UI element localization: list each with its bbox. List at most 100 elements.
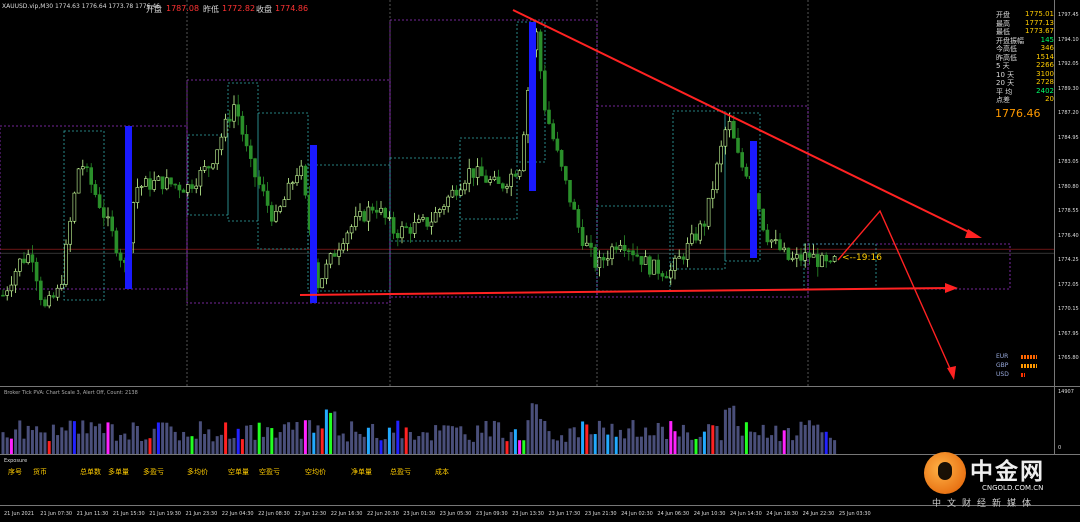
volume-bar xyxy=(421,432,425,454)
volume-bar xyxy=(161,422,165,454)
volume-chart[interactable] xyxy=(0,387,1054,454)
volume-bar xyxy=(534,404,538,454)
candle-body xyxy=(757,193,761,210)
price-tick: 1772.05 xyxy=(1058,281,1079,288)
currency-label: USD xyxy=(996,371,1009,378)
volume-bar xyxy=(261,436,265,454)
candle-body xyxy=(169,177,173,185)
candle-body xyxy=(148,178,152,190)
volume-bar xyxy=(644,427,648,454)
candle-body xyxy=(589,242,593,248)
volume-bar xyxy=(35,426,39,454)
stat-value: 346 xyxy=(1040,44,1054,52)
volume-bar xyxy=(530,403,534,454)
candle-body xyxy=(563,166,568,181)
low-value: 1772.82 xyxy=(222,4,256,13)
volume-bar xyxy=(329,412,333,454)
volume-bar xyxy=(169,426,173,454)
candle-body xyxy=(454,189,459,196)
candle-body xyxy=(408,227,413,234)
support-arrowhead xyxy=(945,283,958,293)
candle-body xyxy=(102,207,106,218)
price-axis[interactable]: 1797.45 1794.10 1792.05 1789.30 1787.20 1784.… xyxy=(1054,0,1080,386)
volume-exposure-divider[interactable] xyxy=(0,454,1080,455)
climax-volume-bar xyxy=(310,145,317,303)
volume-bar xyxy=(681,424,685,454)
volume-bar xyxy=(358,434,362,454)
candle-body xyxy=(379,207,383,213)
volume-bar xyxy=(144,439,148,454)
candle-body xyxy=(786,247,791,260)
candle-body xyxy=(618,244,623,250)
candle-body xyxy=(265,190,270,206)
volume-bar xyxy=(505,441,509,454)
volume-bar xyxy=(686,432,690,454)
volume-bar xyxy=(509,432,513,454)
volume-bar xyxy=(736,426,740,454)
exposure-column-header: 货币 xyxy=(33,468,47,476)
volume-bar xyxy=(152,428,156,454)
stat-key: 点差 xyxy=(996,96,1010,104)
price-tick: 1797.45 xyxy=(1058,12,1079,18)
logo-name: 中金网 xyxy=(970,459,1045,485)
volume-bar xyxy=(492,420,496,454)
candle-body xyxy=(723,129,728,147)
candle-body xyxy=(286,182,291,200)
candle-body xyxy=(702,223,707,227)
candle-body xyxy=(761,208,766,231)
volume-bar xyxy=(345,441,349,454)
candle-body xyxy=(773,239,778,241)
volume-bar xyxy=(623,438,627,454)
candle-body xyxy=(782,247,787,251)
candle-body xyxy=(580,227,585,246)
volume-bar xyxy=(711,425,715,454)
volume-bar xyxy=(799,421,803,454)
candle-body xyxy=(249,145,253,159)
volume-bar xyxy=(56,435,60,454)
candle-body xyxy=(740,152,745,168)
candle-body xyxy=(13,271,18,286)
volume-bar xyxy=(140,440,144,454)
volume-bar xyxy=(400,438,404,454)
candle-body xyxy=(433,212,438,223)
current-price-label: 1776.46 xyxy=(995,107,1041,120)
stat-row: 5 天 2266 xyxy=(996,61,1054,70)
volume-bar xyxy=(371,423,375,454)
session-range-box xyxy=(0,125,188,290)
candle-body xyxy=(236,104,240,117)
time-tick: 21 Jun 2021 xyxy=(4,511,35,517)
volume-bar xyxy=(156,422,160,454)
price-chart[interactable] xyxy=(0,0,1054,386)
candle-body xyxy=(190,184,194,189)
candle-body xyxy=(400,226,404,239)
candle-body xyxy=(765,229,770,243)
candle-body xyxy=(404,226,409,228)
candle-body xyxy=(9,284,14,292)
session-range-box xyxy=(596,205,671,292)
exposure-column-header: 净单量 xyxy=(351,468,372,476)
volume-bar xyxy=(732,405,736,454)
price-tick: 1770.15 xyxy=(1058,306,1079,312)
candle-body xyxy=(215,149,219,165)
volume-bar xyxy=(291,429,295,454)
volume-axis: 14907 0 xyxy=(1054,387,1080,454)
time-tick: 21 Jun 11:30 xyxy=(76,511,109,517)
price-tick: 1784.95 xyxy=(1058,134,1079,141)
price-tick: 1774.25 xyxy=(1058,257,1079,263)
candle-body xyxy=(194,185,198,189)
time-axis[interactable]: 21 Jun 2021 21 Jun 07:30 21 Jun 11:30 21 Ju… xyxy=(0,505,1080,522)
volume-bar xyxy=(119,434,123,454)
candle-body xyxy=(207,166,211,169)
session-range-box xyxy=(63,130,105,301)
candle-body xyxy=(647,256,652,275)
volume-bar xyxy=(589,434,593,454)
volume-bar xyxy=(488,436,492,454)
volume-bar xyxy=(778,441,782,454)
volume-bar xyxy=(471,441,475,454)
candle-body xyxy=(30,254,35,263)
candle-body xyxy=(807,252,812,258)
volume-bar xyxy=(690,439,694,454)
volume-bar xyxy=(761,424,765,454)
candle-body xyxy=(824,254,829,262)
volume-bar xyxy=(555,440,559,454)
